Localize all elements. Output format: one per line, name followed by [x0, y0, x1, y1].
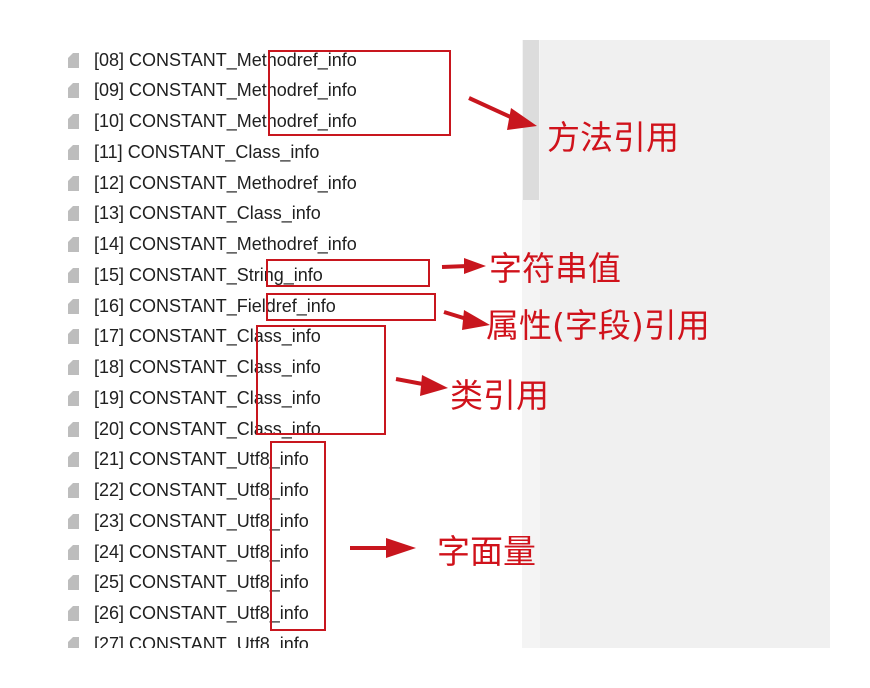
constant-pool-entry[interactable]: [18] CONSTANT_Class_info — [68, 356, 321, 380]
file-icon — [68, 206, 79, 222]
constant-pool-entry[interactable]: [27] CONSTANT_Utf8_info — [68, 632, 309, 648]
entry-label: [19] CONSTANT_Class_info — [94, 387, 321, 408]
constant-pool-entry[interactable]: [22] CONSTANT_Utf8_info — [68, 479, 309, 503]
file-icon — [68, 452, 79, 468]
entry-label: [15] CONSTANT_String_info — [94, 264, 323, 285]
entry-label: [17] CONSTANT_Class_info — [94, 326, 321, 347]
constant-pool-entry[interactable]: [21] CONSTANT_Utf8_info — [68, 448, 309, 472]
entry-label: [20] CONSTANT_Class_info — [94, 418, 321, 439]
entry-label: [23] CONSTANT_Utf8_info — [94, 510, 309, 531]
entry-label: [25] CONSTANT_Utf8_info — [94, 572, 309, 593]
constant-pool-window: [08] CONSTANT_Methodref_info [09] CONSTAN… — [40, 40, 830, 648]
constant-pool-entry[interactable]: [19] CONSTANT_Class_info — [68, 386, 321, 410]
constant-pool-entry[interactable]: [17] CONSTANT_Class_info — [68, 325, 321, 349]
constant-pool-entry[interactable]: [23] CONSTANT_Utf8_info — [68, 509, 309, 533]
file-icon — [68, 390, 79, 406]
file-icon — [68, 360, 79, 375]
annotation-literal: 字面量 — [437, 532, 536, 571]
constant-pool-entry[interactable]: [11] CONSTANT_Class_info — [68, 140, 319, 164]
entry-label: [18] CONSTANT_Class_info — [94, 357, 321, 377]
scrollbar-thumb[interactable] — [523, 40, 539, 200]
constant-pool-entry[interactable]: [15] CONSTANT_String_info — [68, 263, 323, 287]
annotation-class-ref: 类引用 — [450, 376, 549, 415]
entry-label: [26] CONSTANT_Utf8_info — [94, 603, 309, 623]
entry-label: [21] CONSTANT_Utf8_info — [94, 449, 309, 470]
entry-label: [27] CONSTANT_Utf8_info — [94, 633, 309, 648]
file-icon — [68, 114, 79, 129]
constant-pool-entry[interactable]: [08] CONSTANT_Methodref_info — [68, 48, 357, 72]
entry-label: [13] CONSTANT_Class_info — [94, 203, 321, 224]
constant-pool-entry[interactable]: [14] CONSTANT_Methodref_info — [68, 233, 357, 257]
entry-label: [08] CONSTANT_Methodref_info — [94, 49, 357, 70]
constant-pool-entry[interactable]: [13] CONSTANT_Class_info — [68, 202, 321, 226]
file-icon — [68, 636, 79, 648]
file-icon — [68, 421, 79, 437]
entry-label: [11] CONSTANT_Class_info — [94, 141, 320, 162]
annotation-string-value: 字符串值 — [489, 249, 621, 288]
entry-label: [22] CONSTANT_Utf8_info — [94, 480, 309, 500]
constant-pool-entry[interactable]: [10] CONSTANT_Methodref_info — [68, 110, 357, 134]
constant-pool-entry[interactable]: [25] CONSTANT_Utf8_info — [68, 571, 309, 595]
constant-pool-entry[interactable]: [20] CONSTANT_Class_info — [68, 417, 321, 441]
file-icon — [68, 237, 79, 252]
constant-pool-entry[interactable]: [24] CONSTANT_Utf8_info — [68, 540, 309, 564]
entry-label: [10] CONSTANT_Methodref_info — [94, 111, 357, 131]
file-icon — [68, 544, 79, 560]
entry-label: [16] CONSTANT_Fieldref_info — [94, 295, 336, 316]
file-icon — [68, 513, 79, 529]
entry-label: [12] CONSTANT_Methodref_info — [94, 172, 357, 193]
file-icon — [68, 483, 79, 498]
annotation-field-ref: 属性(字段)引用 — [486, 306, 710, 345]
constant-pool-entry[interactable]: [09] CONSTANT_Methodref_info — [68, 79, 357, 103]
constant-pool-entry[interactable]: [26] CONSTANT_Utf8_info — [68, 602, 309, 626]
file-icon — [68, 267, 79, 283]
file-icon — [68, 52, 79, 68]
file-icon — [68, 575, 79, 591]
file-icon — [68, 175, 79, 191]
entry-label: [09] CONSTANT_Methodref_info — [94, 80, 357, 101]
constant-pool-entry[interactable]: [16] CONSTANT_Fieldref_info — [68, 294, 336, 318]
file-icon — [68, 298, 79, 314]
constant-pool-entry[interactable]: [12] CONSTANT_Methodref_info — [68, 171, 357, 195]
file-icon — [68, 83, 79, 99]
entry-label: [14] CONSTANT_Methodref_info — [94, 234, 357, 254]
entry-label: [24] CONSTANT_Utf8_info — [94, 541, 309, 562]
annotation-method-ref: 方法引用 — [547, 118, 679, 157]
file-icon — [68, 329, 79, 345]
file-icon — [68, 606, 79, 621]
file-icon — [68, 144, 79, 160]
